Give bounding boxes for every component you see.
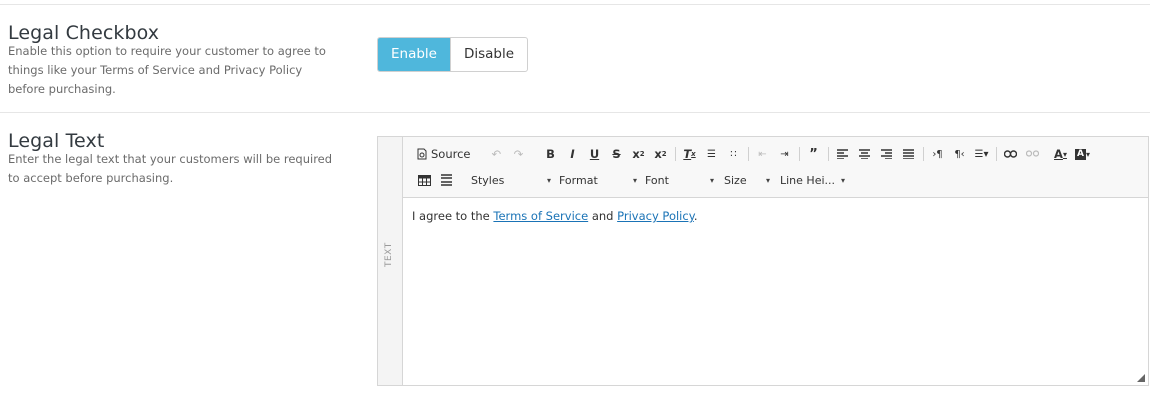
format-label: Format xyxy=(559,173,598,187)
editor-gutter: TEXT xyxy=(378,137,403,385)
toolbar-separator xyxy=(747,147,749,161)
ltr-icon[interactable]: ›¶ xyxy=(927,144,949,164)
content-prefix: I agree to the xyxy=(412,209,494,223)
italic-icon[interactable]: I xyxy=(562,144,584,164)
chevron-down-icon: ▾ xyxy=(632,175,637,185)
subscript-icon[interactable]: x2 xyxy=(628,144,650,164)
terms-of-service-link[interactable]: Terms of Service xyxy=(493,209,588,223)
line-spacing-icon[interactable]: ☰▾ xyxy=(971,144,993,164)
top-divider xyxy=(0,4,1150,5)
bulleted-list-icon[interactable]: ∷ xyxy=(723,144,745,164)
section-divider xyxy=(0,112,1150,113)
blockquote-icon[interactable]: ” xyxy=(803,144,825,164)
source-button[interactable]: Source xyxy=(413,144,474,164)
toolbar-separator xyxy=(922,147,924,161)
font-dropdown[interactable]: Font ▾ xyxy=(645,170,714,190)
redo-icon[interactable]: ↷ xyxy=(508,144,530,164)
privacy-policy-link[interactable]: Privacy Policy xyxy=(617,209,694,223)
text-color-icon[interactable]: A ▾ xyxy=(1050,144,1072,164)
chevron-down-icon: ▾ xyxy=(546,175,551,185)
format-dropdown[interactable]: Format ▾ xyxy=(559,170,637,190)
content-middle: and xyxy=(588,209,618,223)
numbered-list-icon[interactable]: ☰ xyxy=(701,144,723,164)
resize-handle[interactable] xyxy=(1137,374,1145,382)
chevron-down-icon: ▾ xyxy=(709,175,714,185)
undo-icon[interactable]: ↶ xyxy=(486,144,508,164)
line-height-label: Line Hei... xyxy=(780,173,836,187)
line-height-dropdown[interactable]: Line Hei... ▾ xyxy=(780,170,845,190)
legal-text-title: Legal Text xyxy=(8,130,105,152)
outdent-icon[interactable]: ⇤ xyxy=(752,144,774,164)
chevron-down-icon: ▾ xyxy=(841,175,846,185)
toolbar-separator xyxy=(798,147,800,161)
editor-side-label: TEXT xyxy=(384,242,394,267)
underline-icon[interactable]: U xyxy=(584,144,606,164)
legal-checkbox-title: Legal Checkbox xyxy=(8,22,160,44)
align-justify-icon[interactable] xyxy=(898,144,920,164)
strikethrough-icon[interactable]: S xyxy=(606,144,628,164)
unlink-icon[interactable] xyxy=(1022,144,1044,164)
toolbar-row-1: Source ↶ ↷ B I U S x2 x2 Tx ☰ ∷ ⇤ ⇥ ” ›¶… xyxy=(413,143,1094,165)
link-icon[interactable] xyxy=(1000,144,1022,164)
toolbar-separator xyxy=(995,147,997,161)
source-label: Source xyxy=(431,147,471,161)
font-label: Font xyxy=(645,173,669,187)
size-dropdown[interactable]: Size ▾ xyxy=(724,170,770,190)
rich-text-editor: TEXT Source ↶ ↷ B I U S x2 x2 Tx ☰ ∷ ⇤ ⇥ xyxy=(377,136,1149,386)
editor-toolbar: Source ↶ ↷ B I U S x2 x2 Tx ☰ ∷ ⇤ ⇥ ” ›¶… xyxy=(403,137,1148,198)
chevron-down-icon: ▾ xyxy=(765,175,770,185)
legal-checkbox-description: Enable this option to require your custo… xyxy=(8,44,326,96)
indent-icon[interactable]: ⇥ xyxy=(774,144,796,164)
content-suffix: . xyxy=(693,209,698,223)
legal-checkbox-toggle: Enable Disable xyxy=(377,37,529,72)
table-icon[interactable] xyxy=(413,170,435,190)
toolbar-separator xyxy=(827,147,829,161)
align-left-icon[interactable] xyxy=(832,144,854,164)
styles-dropdown[interactable]: Styles ▾ xyxy=(471,170,551,190)
remove-format-icon[interactable]: Tx xyxy=(679,144,701,164)
bold-icon[interactable]: B xyxy=(540,144,562,164)
rtl-icon[interactable]: ¶‹ xyxy=(949,144,971,164)
superscript-icon[interactable]: x2 xyxy=(650,144,672,164)
horizontal-line-icon[interactable] xyxy=(435,170,457,190)
disable-button[interactable]: Disable xyxy=(449,38,527,71)
toolbar-row-2: Styles ▾ Format ▾ Font ▾ Size ▾ Line Hei… xyxy=(413,169,845,191)
legal-text-description: Enter the legal text that your customers… xyxy=(8,152,333,185)
align-center-icon[interactable] xyxy=(854,144,876,164)
background-color-icon[interactable]: A ▾ xyxy=(1072,144,1094,164)
styles-label: Styles xyxy=(471,173,505,187)
align-right-icon[interactable] xyxy=(876,144,898,164)
size-label: Size xyxy=(724,173,747,187)
toolbar-separator xyxy=(674,147,676,161)
enable-button[interactable]: Enable xyxy=(378,38,450,71)
editor-content[interactable]: I agree to the Terms of Service and Priv… xyxy=(412,209,698,223)
source-icon xyxy=(417,148,427,160)
